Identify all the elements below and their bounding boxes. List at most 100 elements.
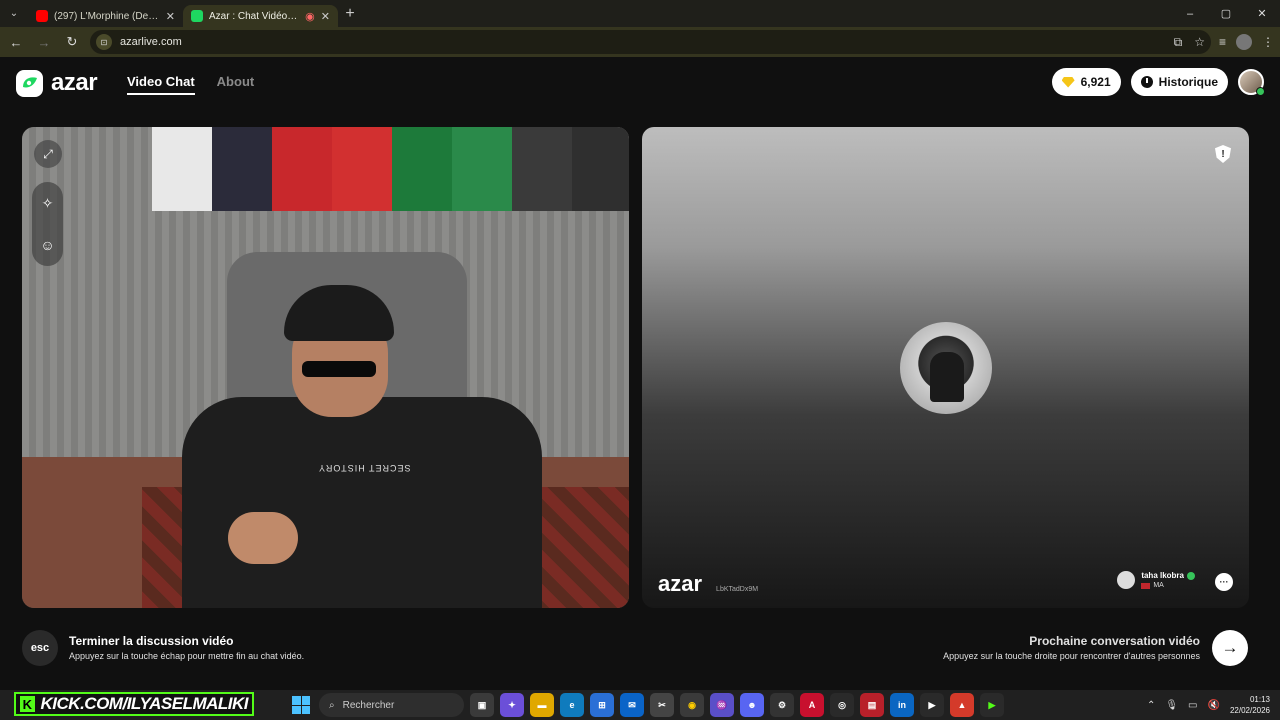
search-icon: ⌕ [329, 699, 335, 711]
kick-app-icon[interactable]: ▶ [980, 693, 1004, 717]
camera-tools: ✧ ☺ [32, 182, 63, 266]
pointing-hand [228, 512, 298, 564]
close-window-button[interactable]: ✕ [1244, 0, 1280, 27]
close-tab-icon[interactable]: ✕ [166, 10, 175, 23]
tab-youtube[interactable]: (297) L'Morphine (Devinette) Al ✕ [28, 5, 183, 27]
microphone-icon[interactable]: 🎙 [1165, 700, 1178, 711]
clock[interactable]: 01:13 22/02/2026 [1230, 694, 1270, 716]
chrome-icon[interactable]: ◉ [680, 693, 704, 717]
watermark-id: LbKTadDx9M [716, 586, 759, 593]
peer-avatar [1117, 571, 1136, 589]
copilot-icon[interactable]: ✦ [500, 693, 524, 717]
next-chat-title: Prochaine conversation vidéo [1029, 634, 1200, 648]
url-text: azarlive.com [120, 36, 182, 48]
online-status-dot [1256, 87, 1265, 96]
sunglasses [302, 361, 376, 377]
steam-icon[interactable]: ⚙ [770, 693, 794, 717]
mouse-app-icon[interactable]: ▲ [950, 693, 974, 717]
clock-icon [1140, 76, 1153, 88]
install-app-icon[interactable]: ⧉ [1174, 35, 1183, 50]
windows-taskbar: K KICK.COM/ILYASELMALIKI ⌕ Rechercher ▣ … [0, 690, 1280, 720]
youtube-icon [36, 10, 48, 22]
media-controls-icon[interactable]: ≡ [1219, 35, 1226, 49]
hoodie [182, 397, 542, 608]
partner-profile-picture [900, 322, 992, 414]
user-avatar[interactable] [1238, 69, 1265, 96]
browser-profile-avatar[interactable] [1236, 34, 1252, 50]
end-chat-title: Terminer la discussion vidéo [69, 634, 234, 648]
windows-start-icon[interactable] [292, 696, 310, 714]
new-tab-button[interactable]: + [338, 5, 362, 23]
back-icon[interactable]: ← [6, 32, 26, 52]
next-chat-hint: Appuyez sur la touche droite pour rencon… [943, 651, 1200, 661]
nav-about[interactable]: About [217, 74, 255, 95]
nav-video-chat[interactable]: Video Chat [127, 74, 195, 95]
streaming-app-icon[interactable]: ▤ [860, 693, 884, 717]
forward-icon[interactable]: → [34, 32, 54, 52]
azar-favicon-icon [191, 10, 203, 22]
obs-icon[interactable]: ◎ [830, 693, 854, 717]
peer-name: taha lkobra [1141, 571, 1184, 580]
azar-logo[interactable]: azar [16, 69, 98, 97]
url-field[interactable]: ⊡ azarlive.com ⧉ ☆ [90, 30, 1211, 54]
azar-watermark: azar LbKTadDx9M [658, 571, 758, 597]
bookmark-star-icon[interactable]: ☆ [1194, 35, 1205, 50]
azar-logo-icon [16, 69, 43, 97]
adobe-icon[interactable]: A [800, 693, 824, 717]
store-icon[interactable]: ⊞ [590, 693, 614, 717]
browser-tab-bar: ⌄ (297) L'Morphine (Devinette) Al ✕ Azar… [0, 0, 1280, 27]
tab-title: (297) L'Morphine (Devinette) Al [54, 10, 160, 22]
pinned-apps: ▣ ✦ ▬ e ⊞ ✉ ✂ ◉ ♒ ☻ ⚙ A ◎ ▤ in ▶ ▲ ▶ [470, 693, 1004, 717]
browser-menu-icon[interactable]: ⋮ [1262, 35, 1274, 49]
outlook-icon[interactable]: ✉ [620, 693, 644, 717]
kick-logo-icon: K [20, 696, 35, 712]
shield-alert-icon[interactable]: ! [1215, 145, 1231, 163]
header-actions: 6,921 Historique [1051, 68, 1265, 96]
maximize-button[interactable]: ▢ [1208, 0, 1244, 27]
site-info-icon[interactable]: ⊡ [96, 34, 112, 50]
file-explorer-icon[interactable]: ▬ [530, 693, 554, 717]
edge-icon[interactable]: e [560, 693, 584, 717]
verified-badge-icon [1187, 571, 1195, 580]
time: 01:13 [1249, 695, 1270, 704]
gem-icon [1061, 76, 1075, 88]
discord-icon[interactable]: ☻ [740, 693, 764, 717]
date: 22/02/2026 [1229, 706, 1270, 715]
system-tray: ⌃ 🎙 ▭ 🔇 01:13 22/02/2026 [1147, 690, 1270, 720]
gems-button[interactable]: 6,921 [1051, 68, 1121, 96]
volume-muted-icon[interactable]: 🔇 [1208, 700, 1220, 711]
minimize-button[interactable]: – [1172, 0, 1208, 27]
end-chat-button[interactable]: esc [22, 630, 58, 666]
peer-info[interactable]: taha lkobra MA [1117, 571, 1195, 589]
media-player-icon[interactable]: ▶ [920, 693, 944, 717]
next-chat-button[interactable]: → [1212, 630, 1248, 666]
watermark-logo: azar [658, 571, 703, 596]
search-placeholder: Rechercher [342, 699, 395, 711]
logo-text: azar [51, 69, 98, 96]
display-icon[interactable]: ▭ [1188, 700, 1197, 711]
chat-bubble-icon[interactable]: ··· [1215, 573, 1233, 591]
reload-icon[interactable]: ↻ [62, 32, 82, 52]
morocco-flag-icon [1141, 582, 1151, 589]
close-tab-icon[interactable]: ✕ [321, 10, 330, 23]
tab-search-button[interactable]: ⌄ [0, 0, 28, 27]
magic-wand-icon[interactable]: ✧ [35, 190, 61, 216]
window-controls: – ▢ ✕ [1172, 0, 1280, 27]
xbox-icon[interactable]: ♒ [710, 693, 734, 717]
task-view-icon[interactable]: ▣ [470, 693, 494, 717]
end-chat-hint: Appuyez sur la touche échap pour mettre … [69, 651, 305, 661]
recording-icon: ◉ [305, 10, 315, 23]
history-button[interactable]: Historique [1130, 68, 1228, 96]
tab-title: Azar : Chat Vidéo avec de n [209, 10, 299, 22]
linkedin-icon[interactable]: in [890, 693, 914, 717]
azar-app: azar Video Chat About 6,921 Historique S… [0, 57, 1280, 690]
snipping-tool-icon[interactable]: ✂ [650, 693, 674, 717]
peer-country: MA [1153, 582, 1164, 589]
expand-icon[interactable]: ⤢ [34, 140, 62, 168]
tab-azar[interactable]: Azar : Chat Vidéo avec de n ◉ ✕ [183, 5, 338, 27]
taskbar-search[interactable]: ⌕ Rechercher [319, 693, 464, 717]
face-filter-icon[interactable]: ☺ [35, 232, 61, 258]
gems-count: 6,921 [1080, 75, 1111, 89]
self-video-panel: SECRET HISTORY ⤢ ✧ ☺ [22, 127, 629, 608]
chevron-up-icon[interactable]: ⌃ [1147, 700, 1155, 711]
